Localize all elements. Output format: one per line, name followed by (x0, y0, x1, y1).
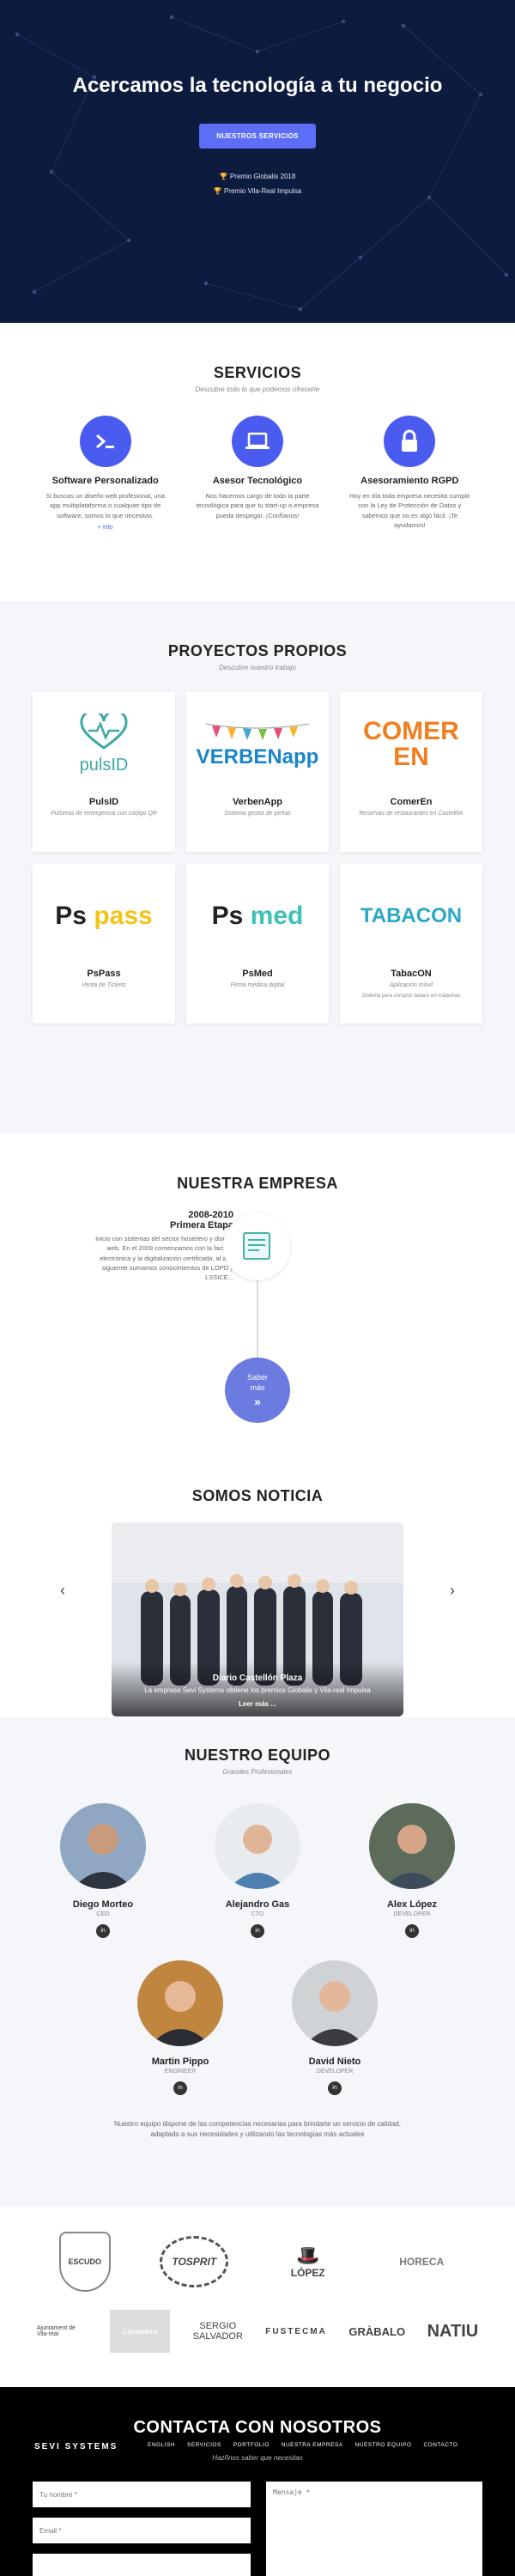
service-card: Asesoramiento RGPD Hoy en día toda empre… (345, 416, 474, 531)
section-subtitle: Descubre todo lo que podemos ofrecerte (195, 386, 320, 393)
psmed-logo: Ps med (211, 902, 304, 930)
avatar (369, 1803, 455, 1889)
timeline-entry: 2008-2010 Primera Etapa Inicio con siste… (95, 1210, 233, 1281)
avatar (215, 1803, 300, 1889)
services-section: SERVICIOS Descubre todo lo que podemos o… (0, 323, 515, 601)
avatar (60, 1803, 146, 1889)
section-title: SERVICIOS (213, 364, 302, 381)
learn-more-button[interactable]: Saber más » (225, 1358, 290, 1423)
tabacon-logo: TABACON (360, 904, 463, 927)
laptop-icon (231, 416, 283, 467)
nav-item[interactable]: NUESTRO EQUIPO (355, 2442, 412, 2448)
partner-logo[interactable]: SERGIO SALVADOR (192, 2321, 244, 2342)
trophy-icon: 🏆 (219, 173, 230, 180)
more-info-link[interactable]: + Info (41, 525, 170, 531)
section-subtitle: Descubre nuestro trabajo (219, 664, 296, 671)
linkedin-icon[interactable]: in (328, 2081, 342, 2095)
projects-section: PROYECTOS PROPIOS Descubre nuestro traba… (0, 601, 515, 1133)
team-section: NUESTRO EQUIPO Grandes Profesionales Die… (0, 1717, 515, 2207)
email-input[interactable] (33, 2518, 251, 2543)
partner-logo[interactable]: Ajuntament de Vila-real (37, 2325, 88, 2337)
partner-logo[interactable]: TOSPRIT (160, 2236, 229, 2287)
section-subtitle: Grandes Profesionales (222, 1768, 293, 1776)
chevron-left-icon[interactable]: ‹ (60, 1582, 65, 1600)
partner-logo[interactable]: 🎩 LÓPEZ (278, 2236, 338, 2287)
partner-logo[interactable]: GRÀBALO (348, 2325, 405, 2338)
team-description: Nuestro equipo dispone de las competenci… (114, 2120, 401, 2138)
news-caption: Diario Castellón Plaza La empresa Sevi S… (112, 1661, 403, 1716)
terminal-icon (79, 416, 131, 467)
message-textarea[interactable] (266, 2482, 482, 2576)
chevron-right-icon[interactable]: › (450, 1582, 455, 1600)
partner-logo[interactable]: Lanzadera (110, 2310, 171, 2353)
section-title: NUESTRO EQUIPO (184, 1747, 331, 1764)
team-member: David Nieto DEVELOPER in (292, 1960, 378, 2095)
pulsid-logo: pulsID (33, 692, 175, 797)
phone-input[interactable] (33, 2554, 251, 2576)
lock-icon (384, 416, 436, 467)
double-chevron-icon: » (254, 1394, 261, 1409)
project-card-comeren[interactable]: COMER EN ComerEn Reservas de restaurante… (340, 692, 482, 852)
partner-logo[interactable]: HORECA (387, 2240, 456, 2283)
pspass-logo: Ps pass (55, 902, 153, 930)
linkedin-icon[interactable]: in (96, 1924, 110, 1938)
partner-logo[interactable]: FUSTECMA (265, 2327, 327, 2336)
trophy-icon: 🏆 (213, 187, 225, 195)
avatar (292, 1960, 378, 2046)
section-title: NUESTRA EMPRESA (177, 1175, 338, 1192)
timeline: 2008-2010 Primera Etapa Inicio con siste… (0, 1210, 515, 1433)
name-input[interactable] (33, 2482, 251, 2507)
verbenapp-logo: VERBENapp (186, 692, 329, 797)
news-section: SOMOS NOTICIA ‹ Diario Castellón Plaza L… (0, 1460, 515, 1717)
company-section: NUESTRA EMPRESA 2008-2010 Primera Etapa … (0, 1133, 515, 1460)
project-card-verbenapp[interactable]: VERBENapp VerbenApp Sistema gestor de pe… (186, 692, 329, 852)
nav-item[interactable]: CONTACTO (423, 2442, 457, 2448)
partners-section: ESCUDO TOSPRIT 🎩 LÓPEZ HORECA Ajuntament … (0, 2207, 515, 2387)
linkedin-icon[interactable]: in (251, 1924, 264, 1938)
project-card-tabacon[interactable]: TABACON TabacON Aplicación móvil Sistema… (340, 864, 482, 1024)
award-item: 🏆 Premio Vila-Real Impulsa (213, 187, 302, 195)
service-card: Asesor Tecnológico Nos hacemos cargo de … (193, 416, 322, 531)
section-title: PROYECTOS PROPIOS (167, 642, 348, 659)
services-button[interactable]: NUESTROS SERVICIOS (199, 124, 316, 149)
partner-logo[interactable]: ESCUDO (58, 2232, 111, 2292)
nav-item[interactable]: SERVICIOS (187, 2442, 221, 2448)
linkedin-icon[interactable]: in (173, 2081, 187, 2095)
hero-title: Acercamos la tecnología a tu negocio (72, 74, 443, 97)
nav-item[interactable]: ENGLISH (148, 2442, 175, 2448)
award-item: 🏆 Premio Globalis 2018 (219, 173, 296, 180)
project-card-pspass[interactable]: Ps pass PsPass Venta de Tickets (33, 864, 175, 1024)
hat-icon: 🎩 (296, 2245, 320, 2266)
linkedin-icon[interactable]: in (405, 1924, 419, 1938)
team-member: Diego Morteo CEO in (60, 1803, 146, 1938)
nav-item[interactable]: PORTFOLIO (233, 2442, 270, 2448)
footer-nav: ENGLISH SERVICIOS PORTFOLIO NUESTRA EMPR… (148, 2442, 457, 2448)
partner-logo[interactable]: NATIU (427, 2322, 479, 2342)
team-member: Martin Pippo ENGINEER in (137, 1960, 223, 2095)
read-more-link[interactable]: Leer más ... (129, 1700, 386, 1708)
team-member: Alejandro Gas CTO in (215, 1803, 300, 1938)
contact-subtitle: Hazñnos saber que necesitas (212, 2454, 303, 2462)
service-card: Software Personalizado Si buscas un dise… (41, 416, 170, 531)
avatar (137, 1960, 223, 2046)
project-card-psmed[interactable]: Ps med PsMed Firma médica digital (186, 864, 329, 1024)
project-card-pulsid[interactable]: pulsID PulsID Pulseras de emergencia con… (33, 692, 175, 852)
hero-section: Acercamos la tecnología a tu negocio NUE… (0, 0, 515, 323)
contact-title: CONTACTA CON NOSOTROS (133, 2418, 382, 2437)
news-card[interactable]: Diario Castellón Plaza La empresa Sevi S… (112, 1522, 403, 1716)
section-title: SOMOS NOTICIA (191, 1487, 324, 1504)
nav-item[interactable]: NUESTRA EMPRESA (282, 2442, 343, 2448)
invoice-icon (223, 1213, 290, 1280)
brand-logo[interactable]: SEVI SYSTEMS (34, 2442, 118, 2451)
comeren-logo: COMER EN (363, 717, 459, 771)
contact-footer: SEVI SYSTEMS CONTACTA CON NOSOTROS ENGLI… (0, 2387, 515, 2576)
team-member: Alex López DEVELOPER in (369, 1803, 455, 1938)
